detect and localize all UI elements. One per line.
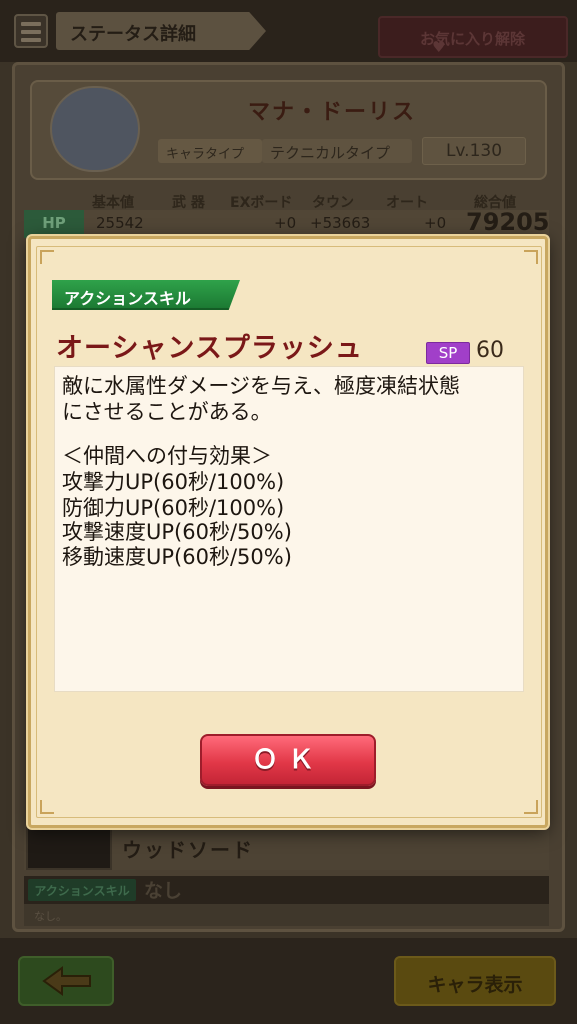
- stat-header-auto: オート: [386, 195, 428, 211]
- page-title-ribbon: ステータス詳細: [56, 12, 266, 50]
- heart-icon: ♥: [432, 38, 446, 56]
- stat-header-exboard: EXボード: [230, 195, 293, 211]
- frame-corner-ornament: [40, 250, 54, 264]
- hp-base-value: 25542: [96, 214, 144, 232]
- description-line: にさせることがある。: [62, 400, 272, 424]
- frame-corner-ornament: [524, 250, 538, 264]
- menu-icon-line: [21, 30, 41, 34]
- hp-town-value: +53663: [310, 214, 371, 232]
- skill-name: オーシャンスプラッシュ: [56, 333, 363, 364]
- menu-icon-line: [21, 22, 41, 26]
- hp-exboard-value: +0: [274, 214, 297, 232]
- menu-icon-line: [21, 38, 41, 42]
- character-name: マナ・ドーリス: [248, 100, 417, 125]
- sp-badge: SP: [426, 342, 470, 364]
- stat-header-weapon: 武 器: [172, 195, 205, 211]
- action-skill-value: なし: [144, 880, 183, 902]
- favorite-remove-button[interactable]: ♥ お気に入り解除: [378, 16, 568, 58]
- hp-total-value: 79205: [466, 208, 550, 236]
- action-skill-ribbon: アクションスキル: [52, 280, 240, 310]
- level-badge: Lv.130: [422, 137, 526, 165]
- stat-header-town: タウン: [312, 195, 354, 211]
- sp-cost: 60: [476, 338, 504, 363]
- chara-type-value: テクニカルタイプ: [262, 139, 412, 163]
- stat-header-base: 基本値: [92, 195, 134, 211]
- weapon-name: ウッドソード: [122, 838, 254, 862]
- ok-button[interactable]: ＯＫ: [200, 734, 376, 786]
- sword-icon: [26, 826, 112, 870]
- description-line: 移動速度UP(60秒/50%): [62, 545, 292, 569]
- frame-corner-ornament: [524, 800, 538, 814]
- chara-display-button[interactable]: キャラ表示: [394, 956, 556, 1006]
- hp-auto-value: +0: [424, 214, 447, 232]
- action-skill-tag: アクションスキル: [28, 879, 136, 901]
- back-button[interactable]: [18, 956, 114, 1006]
- frame-corner-ornament: [40, 800, 54, 814]
- menu-button[interactable]: [14, 14, 48, 48]
- character-avatar: [50, 86, 140, 172]
- action-skill-description: なし。: [24, 904, 549, 926]
- left-arrow-icon: [42, 966, 91, 996]
- chara-type-label: キャラタイプ: [158, 139, 262, 163]
- hp-label: HP: [24, 210, 84, 238]
- page-title: ステータス詳細: [70, 24, 196, 45]
